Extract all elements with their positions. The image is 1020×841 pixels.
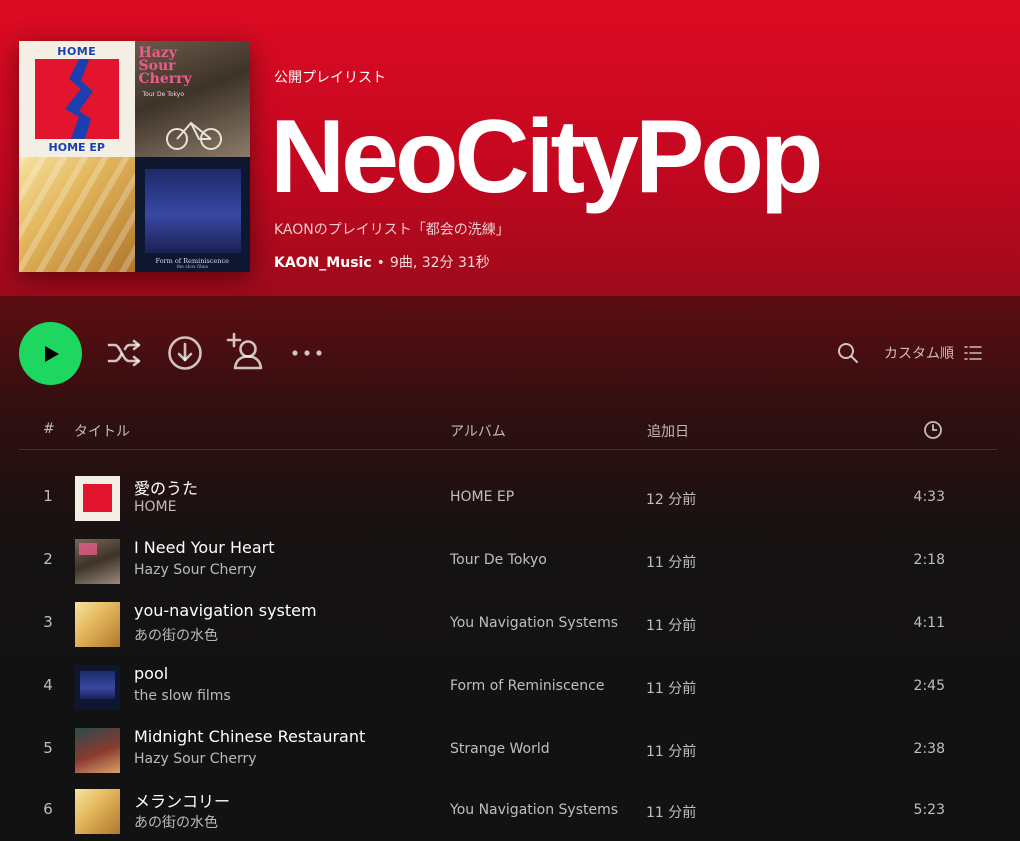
search-in-playlist-button[interactable]: [835, 340, 861, 366]
track-artist[interactable]: Hazy Sour Cherry: [134, 751, 257, 767]
playlist-meta: KAON_Music • 9曲, 32分 31秒: [274, 252, 490, 272]
playlist-cover[interactable]: HOME HOME EP Hazy Sour Cherry Tour De To…: [19, 41, 250, 272]
track-cover-image: [75, 476, 120, 521]
track-date-added: 11 分前: [646, 681, 697, 697]
bicycle-art: [165, 121, 222, 150]
track-title[interactable]: you-navigation system: [134, 601, 317, 620]
cover-stripes-art: [19, 156, 135, 272]
sort-button[interactable]: カスタム順: [884, 341, 982, 365]
track-artist[interactable]: the slow films: [134, 688, 231, 704]
column-duration[interactable]: [923, 420, 943, 444]
play-icon: [44, 345, 59, 362]
track-album[interactable]: Strange World: [450, 741, 550, 757]
track-title[interactable]: pool: [134, 664, 168, 683]
playlist-description: KAONのプレイリスト「都会の洗練」: [274, 222, 510, 238]
track-date-added: 11 分前: [646, 618, 697, 634]
track-cover-image: [75, 602, 120, 647]
track-title[interactable]: Midnight Chinese Restaurant: [134, 727, 365, 746]
cover-pool-subtitle: the slow films: [176, 264, 209, 270]
cover-pool-art: [144, 168, 241, 253]
cover-tile-you-navigation: [19, 156, 135, 272]
playlist-owner-link[interactable]: KAON_Music: [274, 255, 372, 271]
track-duration: 2:45: [913, 678, 945, 694]
tracklist-header: # タイトル アルバム 追加日: [19, 418, 997, 450]
track-row[interactable]: 6 メランコリー あの街の水色 You Navigation Systems 1…: [19, 783, 997, 841]
track-number: 3: [43, 613, 53, 631]
more-options-button[interactable]: [289, 340, 325, 366]
track-row[interactable]: 1 愛のうた HOME HOME EP 12 分前 4:33: [19, 470, 997, 528]
column-title[interactable]: タイトル: [74, 421, 130, 441]
meta-separator: •: [376, 255, 385, 271]
playlist-stats: 9曲, 32分 31秒: [389, 255, 490, 271]
shuffle-icon: [107, 339, 141, 367]
track-duration: 5:23: [913, 802, 945, 818]
track-album[interactable]: Tour De Tokyo: [450, 552, 547, 568]
list-icon: [964, 346, 982, 360]
more-icon: [292, 350, 322, 356]
track-row[interactable]: 3 you-navigation system あの街の水色 You Navig…: [19, 596, 997, 654]
track-date-added: 12 分前: [646, 492, 697, 508]
track-duration: 4:11: [913, 615, 945, 631]
cover-hazy-title: Hazy Sour Cherry: [138, 45, 192, 87]
track-number: 2: [43, 550, 53, 568]
track-number: 4: [43, 676, 53, 694]
cover-hazy-subtitle: Tour De Tokyo: [142, 91, 185, 98]
track-album[interactable]: You Navigation Systems: [450, 802, 618, 818]
track-number: 1: [43, 487, 53, 505]
playlist-title[interactable]: NeoCityPop: [270, 92, 823, 222]
cover-pool-title: Form of Reminiscence: [155, 256, 230, 265]
track-date-added: 11 分前: [646, 555, 697, 571]
track-title[interactable]: メランコリー: [134, 788, 230, 812]
track-duration: 2:18: [913, 552, 945, 568]
column-date-added[interactable]: 追加日: [647, 421, 689, 441]
cover-tile-hazy: Hazy Sour Cherry Tour De Tokyo: [134, 41, 250, 157]
track-title[interactable]: I Need Your Heart: [134, 538, 274, 557]
track-duration: 2:38: [913, 741, 945, 757]
invite-collaborator-button[interactable]: [226, 332, 266, 372]
column-album[interactable]: アルバム: [450, 421, 506, 441]
column-number: #: [43, 421, 55, 437]
track-cover-image: [75, 728, 120, 773]
play-button[interactable]: [19, 322, 82, 385]
download-button[interactable]: [166, 334, 204, 372]
track-row[interactable]: 4 pool the slow films Form of Reminiscen…: [19, 659, 997, 717]
search-icon: [838, 343, 858, 363]
sort-label: カスタム順: [884, 346, 954, 362]
track-number: 5: [43, 739, 53, 757]
track-artist[interactable]: あの街の水色: [134, 812, 218, 832]
cover-tile-pool: Form of Reminiscence the slow films: [134, 156, 250, 272]
playlist-type-label: 公開プレイリスト: [274, 70, 386, 86]
track-artist[interactable]: Hazy Sour Cherry: [134, 562, 257, 578]
clock-icon: [924, 421, 942, 439]
track-album[interactable]: Form of Reminiscence: [450, 678, 604, 694]
track-row[interactable]: 5 Midnight Chinese Restaurant Hazy Sour …: [19, 722, 997, 780]
track-artist[interactable]: あの街の水色: [134, 625, 218, 645]
track-cover-image: [75, 665, 120, 710]
track-duration: 4:33: [913, 489, 945, 505]
add-user-icon: [226, 332, 263, 370]
track-date-added: 11 分前: [646, 805, 697, 821]
track-album[interactable]: You Navigation Systems: [450, 615, 618, 631]
download-icon: [168, 336, 202, 370]
track-number: 6: [43, 800, 53, 818]
track-date-added: 11 分前: [646, 744, 697, 760]
track-album[interactable]: HOME EP: [450, 489, 514, 505]
cover-tile-home: HOME HOME EP: [19, 41, 135, 157]
lightning-art: [65, 59, 93, 139]
track-cover-image: [75, 539, 120, 584]
cover-home-bottom-text: HOME EP: [48, 141, 105, 154]
track-artist[interactable]: HOME: [134, 499, 176, 515]
track-title[interactable]: 愛のうた: [134, 475, 198, 499]
cover-home-top-text: HOME: [57, 45, 97, 58]
cover-home-art: [35, 59, 119, 139]
track-row[interactable]: 2 I Need Your Heart Hazy Sour Cherry Tou…: [19, 533, 997, 591]
shuffle-button[interactable]: [106, 334, 144, 372]
track-cover-image: [75, 789, 120, 834]
